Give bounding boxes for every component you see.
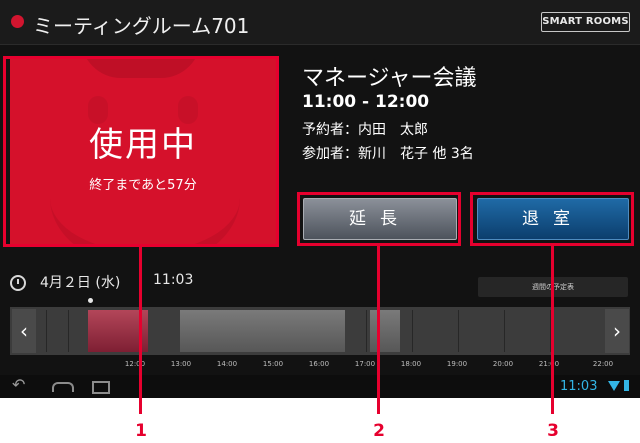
timeline-tick-label: 20:00 (492, 360, 514, 368)
chevron-right-icon: › (613, 319, 621, 343)
timeline-tick-label: 14:00 (216, 360, 238, 368)
timeline-tick-label: 12:00 (124, 360, 146, 368)
timeline-tick-labels: 12:00 13:00 14:00 15:00 16:00 17:00 18:0… (0, 360, 640, 372)
title-bar: ミーティングルーム701 SMART ROOMS (0, 0, 640, 45)
callout-box-2 (297, 192, 461, 246)
timeline-gridline (458, 310, 459, 352)
callout-number-1: 1 (135, 421, 147, 441)
timeline-gridline (504, 310, 505, 352)
room-status-dot-icon (11, 15, 24, 28)
callout-line-3 (551, 246, 554, 414)
timeline-tick-label: 15:00 (262, 360, 284, 368)
room-title: ミーティングルーム701 (33, 14, 250, 38)
current-date: 4月２日 (水) (40, 275, 121, 291)
meeting-title: マネージャー会議 (302, 66, 477, 91)
timeline-gridline (68, 310, 69, 352)
timeline-tick-label: 19:00 (446, 360, 468, 368)
timeline-tick-label: 13:00 (170, 360, 192, 368)
system-clock: 11:03 (560, 379, 598, 394)
timeline-booking[interactable] (180, 310, 345, 352)
timeline-booking[interactable] (370, 310, 400, 352)
callout-number-2: 2 (373, 421, 385, 441)
timeline-tick-label: 18:00 (400, 360, 422, 368)
current-time-marker (88, 298, 93, 303)
wifi-icon (608, 381, 620, 391)
meeting-time: 11:00 - 12:00 (302, 92, 430, 112)
callout-box-1 (3, 56, 279, 247)
callout-line-1 (139, 247, 142, 414)
callout-box-3 (470, 192, 634, 246)
chevron-left-icon: ‹ (20, 319, 28, 343)
battery-icon (624, 380, 629, 391)
meeting-participants: 参加者：新川 花子 他 3名 (302, 146, 474, 162)
recent-apps-icon[interactable] (92, 381, 110, 394)
current-time: 11:03 (153, 272, 194, 288)
timeline-tick-label: 21:00 (538, 360, 560, 368)
home-icon[interactable] (52, 382, 74, 392)
back-icon[interactable]: ↶ (12, 377, 28, 393)
timeline-gridline (366, 310, 367, 352)
timeline-gridline (46, 310, 47, 352)
timeline-tick-label: 22:00 (592, 360, 614, 368)
callout-number-3: 3 (547, 421, 559, 441)
timeline-gridline (412, 310, 413, 352)
timeline-tick-label: 16:00 (308, 360, 330, 368)
brand-logo: SMART ROOMS (541, 12, 630, 32)
timeline-next-button[interactable]: › (605, 309, 629, 353)
timeline-tick-label: 17:00 (354, 360, 376, 368)
clock-icon (10, 275, 26, 291)
meeting-organizer: 予約者：内田 太郎 (302, 122, 428, 138)
callout-line-2 (377, 246, 380, 414)
timeline-prev-button[interactable]: ‹ (12, 309, 36, 353)
